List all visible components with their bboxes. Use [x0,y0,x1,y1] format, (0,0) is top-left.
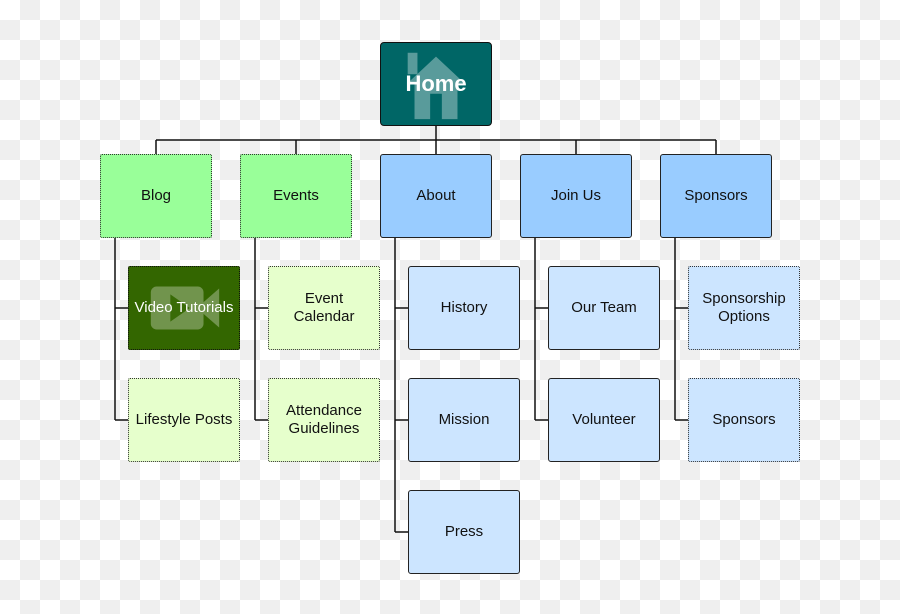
node-blog[interactable]: Blog [100,154,212,238]
node-label: Press [444,523,484,540]
node-join-us[interactable]: Join Us [520,154,632,238]
node-label: Our Team [571,299,637,316]
node-video-tutorials[interactable]: Video Tutorials [128,266,240,350]
node-label: Join Us [550,187,602,204]
node-label: Attendance Guidelines [286,402,362,437]
node-label: Video Tutorials [134,299,234,316]
node-attendance-guidelines[interactable]: Attendance Guidelines [268,378,380,462]
node-volunteer[interactable]: Volunteer [548,378,660,462]
node-sponsors[interactable]: Sponsors [660,154,772,238]
node-events[interactable]: Events [240,154,352,238]
node-event-calendar[interactable]: Event Calendar [268,266,380,350]
node-mission[interactable]: Mission [408,378,520,462]
node-label: Blog [140,187,172,204]
node-label: Event Calendar [293,290,355,325]
node-label: Mission [438,411,490,428]
node-our-team[interactable]: Our Team [548,266,660,350]
node-sponsors-list[interactable]: Sponsors [688,378,800,462]
node-label: Sponsors [712,411,776,428]
node-label: Volunteer [572,411,636,428]
node-about[interactable]: About [380,154,492,238]
node-label: Lifestyle Posts [135,411,233,428]
node-label: Events [273,187,319,204]
node-home[interactable]: Home [380,42,492,126]
node-label: Sponsorship Options [702,290,786,325]
node-label: History [440,299,488,316]
node-label: Sponsors [684,187,748,204]
node-lifestyle-posts[interactable]: Lifestyle Posts [128,378,240,462]
node-label: Home [405,71,467,96]
node-history[interactable]: History [408,266,520,350]
node-label: About [416,187,456,204]
node-press[interactable]: Press [408,490,520,574]
node-sponsorship-options[interactable]: Sponsorship Options [688,266,800,350]
